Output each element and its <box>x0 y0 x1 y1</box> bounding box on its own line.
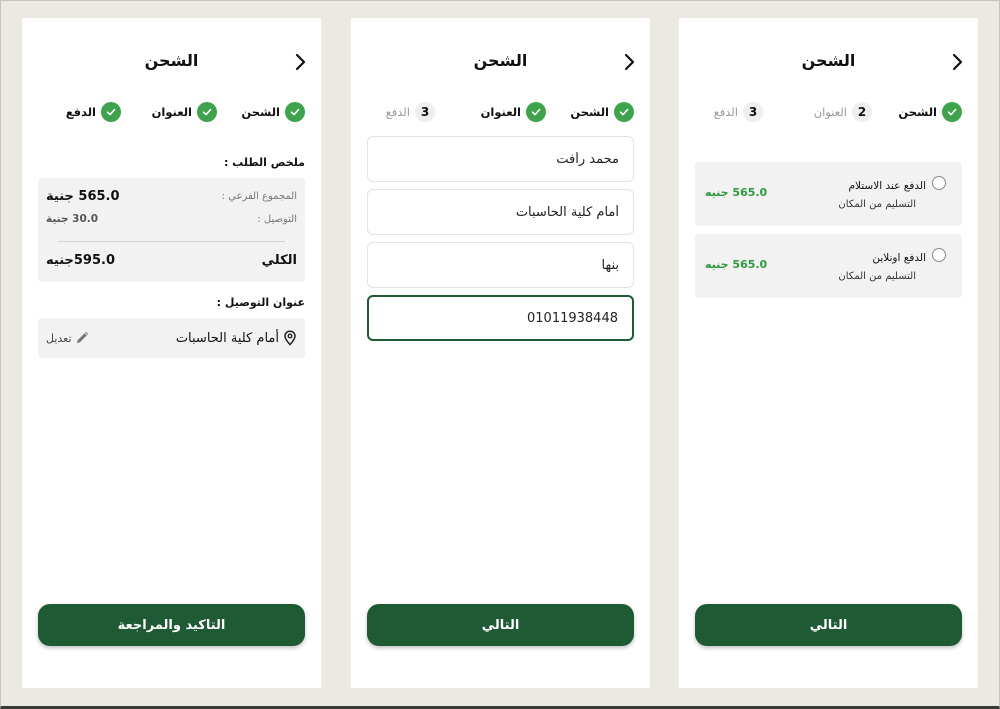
step-address: العنوان <box>481 102 546 122</box>
stepper: الشحن 2 العنوان 3 الدفع <box>679 102 978 124</box>
step-label: الشحن <box>241 105 280 119</box>
subtotal-label: المجموع الفرعي : <box>221 191 297 202</box>
total-row: الكلي 595.0جنيه <box>46 253 297 268</box>
app-bar: الشحن <box>22 18 321 108</box>
address-card: أمام كلية الحاسبات تعديل <box>38 318 305 358</box>
step-label: العنوان <box>480 105 521 119</box>
delivery-row: التوصيل : 30.0 جنية <box>46 213 297 225</box>
review-screen: الشحن الشحن العنوان الدفع ملخص الطلب : ا… <box>22 18 321 688</box>
option-name: الدفع عند الاستلام <box>848 180 927 192</box>
check-icon <box>614 102 634 122</box>
option-price: 565.0 جنيه <box>705 258 768 271</box>
edit-label: تعديل <box>46 331 72 345</box>
address-value: أمام كلية الحاسبات <box>175 330 279 346</box>
city-input[interactable] <box>382 257 619 273</box>
step-label: العنوان <box>813 105 847 119</box>
step-payment: الدفع <box>66 102 121 122</box>
step-label: الدفع <box>385 105 410 119</box>
step-payment: 3 الدفع <box>386 102 435 122</box>
address-input[interactable] <box>382 204 619 220</box>
delivery-address-title: عنوان التوصيل : <box>216 296 305 309</box>
page-title: الشحن <box>801 51 856 70</box>
check-icon <box>942 102 962 122</box>
name-input[interactable] <box>382 151 619 167</box>
stepper: الشحن العنوان الدفع <box>22 102 321 124</box>
option-price: 565.0 جنيه <box>705 186 768 199</box>
subtotal-row: المجموع الفرعي : 565.0 جنية <box>46 189 297 204</box>
payment-option-cod[interactable]: الدفع عند الاستلام التسليم من المكان 565… <box>695 162 962 226</box>
check-icon <box>285 102 305 122</box>
address-field[interactable] <box>367 189 634 235</box>
step-payment: 3 الدفع <box>714 102 763 122</box>
option-subtitle: التسليم من المكان <box>838 271 916 282</box>
total-label: الكلي <box>261 253 297 268</box>
next-button[interactable]: التالي <box>367 604 634 646</box>
check-icon <box>526 102 546 122</box>
check-icon <box>197 102 217 122</box>
step-shipping: الشحن <box>241 102 305 122</box>
delivery-value: 30.0 جنية <box>46 213 99 225</box>
app-bar: الشحن <box>679 18 978 108</box>
shipping-method-screen: الشحن الشحن 2 العنوان 3 الدفع الدفع عند … <box>679 18 978 688</box>
step-number: 2 <box>852 102 872 122</box>
delivery-label: التوصيل : <box>257 213 297 225</box>
payment-option-online[interactable]: الدفع اونلاين التسليم من المكان 565.0 جن… <box>695 234 962 298</box>
page-title: الشحن <box>144 51 199 70</box>
step-label: الشحن <box>898 105 937 119</box>
subtotal-value: 565.0 جنية <box>46 189 120 204</box>
app-bar: الشحن <box>351 18 650 108</box>
step-number: 3 <box>415 102 435 122</box>
step-shipping: الشحن <box>898 102 962 122</box>
radio-button[interactable] <box>932 176 946 190</box>
divider <box>58 241 285 242</box>
order-summary-title: ملخص الطلب : <box>223 156 305 169</box>
radio-button[interactable] <box>932 248 946 262</box>
page-title: الشحن <box>473 51 528 70</box>
total-value: 595.0جنيه <box>46 253 115 268</box>
order-summary-card: المجموع الفرعي : 565.0 جنية التوصيل : 30… <box>38 178 305 282</box>
next-button[interactable]: التالي <box>695 604 962 646</box>
pencil-icon <box>76 331 88 343</box>
option-name: الدفع اونلاين <box>872 252 926 264</box>
step-label: الدفع <box>65 105 96 119</box>
address-screen: الشحن الشحن العنوان 3 الدفع التالي <box>351 18 650 688</box>
step-label: الشحن <box>570 105 609 119</box>
step-number: 3 <box>743 102 763 122</box>
step-address: العنوان <box>152 102 217 122</box>
location-pin-icon <box>284 330 296 346</box>
step-shipping: الشحن <box>570 102 634 122</box>
step-label: العنوان <box>151 105 192 119</box>
check-icon <box>101 102 121 122</box>
address: أمام كلية الحاسبات <box>176 330 297 346</box>
stepper: الشحن العنوان 3 الدفع <box>351 102 650 124</box>
name-field[interactable] <box>367 136 634 182</box>
edit-address-button[interactable]: تعديل <box>46 331 89 345</box>
step-label: الدفع <box>713 105 738 119</box>
step-address: 2 العنوان <box>814 102 872 122</box>
phone-field[interactable] <box>367 295 634 341</box>
option-subtitle: التسليم من المكان <box>838 199 916 210</box>
phone-input[interactable] <box>383 310 618 326</box>
confirm-review-button[interactable]: التاكيد والمراجعة <box>38 604 305 646</box>
city-field[interactable] <box>367 242 634 288</box>
